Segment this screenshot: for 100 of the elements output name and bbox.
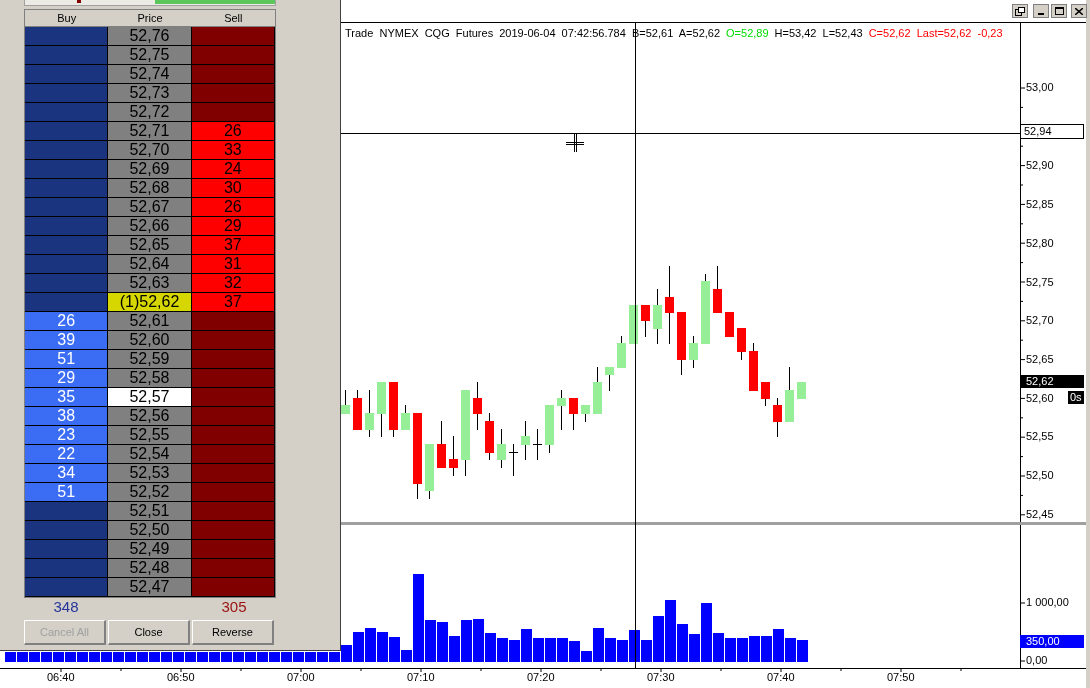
price-axis-label: 52,75 bbox=[1026, 276, 1054, 289]
price-cell: 52,58 bbox=[108, 369, 192, 387]
price-cell: 52,54 bbox=[108, 445, 192, 463]
quote-text: H=53,42 L=52,43 bbox=[774, 26, 863, 40]
price-axis-label: 53,00 bbox=[1026, 81, 1054, 94]
time-axis-label: 06:50 bbox=[167, 671, 195, 684]
price-cell: 52,59 bbox=[108, 350, 192, 368]
candle bbox=[365, 389, 374, 438]
price-cell: 52,51 bbox=[108, 502, 192, 520]
candle bbox=[353, 389, 362, 431]
volume-axis-label: 0,00 bbox=[1026, 654, 1048, 667]
time-axis-label: 07:10 bbox=[407, 671, 435, 684]
candle bbox=[653, 288, 662, 345]
maximize-button[interactable] bbox=[1051, 4, 1067, 18]
price-axis-label: 52,70 bbox=[1026, 314, 1054, 327]
time-axis-label: 07:30 bbox=[647, 671, 675, 684]
price-cell: 52,73 bbox=[108, 84, 192, 102]
candle bbox=[761, 381, 770, 407]
candle bbox=[617, 335, 626, 369]
last-price-label: 52,62 bbox=[1020, 375, 1084, 388]
price-axis-label: 52,55 bbox=[1026, 430, 1054, 443]
sell-cell: 29 bbox=[191, 217, 275, 235]
buy-cell: 35 bbox=[25, 388, 109, 406]
candle bbox=[377, 381, 386, 438]
price-cell: (1)52,62 bbox=[108, 293, 192, 311]
candle bbox=[797, 381, 806, 400]
price-cell: 52,75 bbox=[108, 46, 192, 64]
candle bbox=[508, 443, 519, 477]
minimize-icon bbox=[1038, 13, 1044, 15]
price-axis-label: 52,85 bbox=[1026, 198, 1054, 211]
candle bbox=[737, 327, 746, 361]
candle bbox=[605, 366, 614, 392]
last-volume-label: 350,00 bbox=[1020, 635, 1084, 648]
order-button[interactable]: Reverse bbox=[192, 620, 274, 645]
restore-window-button[interactable] bbox=[1012, 4, 1028, 18]
time-axis-label: 07:00 bbox=[287, 671, 315, 684]
candle bbox=[557, 389, 566, 431]
order-button[interactable]: Close bbox=[108, 620, 190, 645]
price-cell: 52,60 bbox=[108, 331, 192, 349]
candle bbox=[713, 265, 722, 314]
buy-cell: 34 bbox=[25, 464, 109, 482]
buy-cell: 23 bbox=[25, 426, 109, 444]
candle bbox=[581, 404, 590, 423]
price-cell: 52,57 bbox=[108, 388, 192, 406]
time-axis-label: 07:40 bbox=[767, 671, 795, 684]
sell-cell: 26 bbox=[191, 198, 275, 216]
crosshair-price-label: 52,94 bbox=[1020, 124, 1084, 139]
price-cell: 52,56 bbox=[108, 407, 192, 425]
sell-total: 305 bbox=[221, 598, 247, 615]
candle bbox=[641, 304, 650, 338]
price-axis-label: 52,90 bbox=[1026, 159, 1054, 172]
price-cell: 52,49 bbox=[108, 540, 192, 558]
candle bbox=[569, 397, 578, 431]
sell-cell: 33 bbox=[191, 141, 275, 159]
price-cell: 52,64 bbox=[108, 255, 192, 273]
candle bbox=[593, 366, 602, 415]
sell-cell: 37 bbox=[191, 236, 275, 254]
restore-window-icon bbox=[1015, 6, 1025, 16]
buy-cell: 26 bbox=[25, 312, 109, 330]
quote-text: C=52,62 Last=52,62 -0,23 bbox=[868, 26, 1003, 40]
minimize-button[interactable] bbox=[1033, 4, 1049, 18]
volume-axis-label: 1 000,00 bbox=[1026, 596, 1069, 609]
column-header: Buy bbox=[56, 11, 78, 26]
sell-cell: 37 bbox=[191, 293, 275, 311]
column-header: Price bbox=[136, 11, 164, 26]
candle bbox=[773, 397, 782, 438]
price-cell: 52,53 bbox=[108, 464, 192, 482]
candle bbox=[437, 420, 446, 469]
price-cell: 52,68 bbox=[108, 179, 192, 197]
price-cell: 52,63 bbox=[108, 274, 192, 292]
time-axis-label: 07:20 bbox=[527, 671, 555, 684]
candle bbox=[785, 366, 794, 423]
price-axis-label: 52,45 bbox=[1026, 508, 1054, 521]
buy-cell: 38 bbox=[25, 407, 109, 425]
sell-cell: 31 bbox=[191, 255, 275, 273]
time-axis-label: 06:40 bbox=[47, 671, 75, 684]
candle bbox=[532, 428, 543, 461]
candle bbox=[629, 304, 638, 345]
crosshair-cursor-icon bbox=[565, 133, 585, 153]
candle bbox=[725, 311, 734, 338]
sell-cell: 24 bbox=[191, 160, 275, 178]
candle bbox=[425, 443, 434, 500]
price-cell: 52,55 bbox=[108, 426, 192, 444]
price-cell: 52,70 bbox=[108, 141, 192, 159]
maximize-icon bbox=[1054, 7, 1064, 15]
buy-cell: 22 bbox=[25, 445, 109, 463]
candle bbox=[521, 420, 530, 461]
candle bbox=[449, 435, 458, 477]
price-cell: 52,65 bbox=[108, 236, 192, 254]
price-cell: 52,71 bbox=[108, 122, 192, 140]
buy-cell: 51 bbox=[25, 350, 109, 368]
sell-cell: 30 bbox=[191, 179, 275, 197]
close-button[interactable] bbox=[1071, 4, 1087, 18]
candle bbox=[389, 381, 398, 438]
candle bbox=[545, 404, 554, 454]
candle bbox=[341, 389, 350, 415]
price-axis-label: 52,50 bbox=[1026, 469, 1054, 482]
buy-total: 348 bbox=[53, 598, 79, 615]
price-cell: 52,66 bbox=[108, 217, 192, 235]
sell-cell: 32 bbox=[191, 274, 275, 292]
